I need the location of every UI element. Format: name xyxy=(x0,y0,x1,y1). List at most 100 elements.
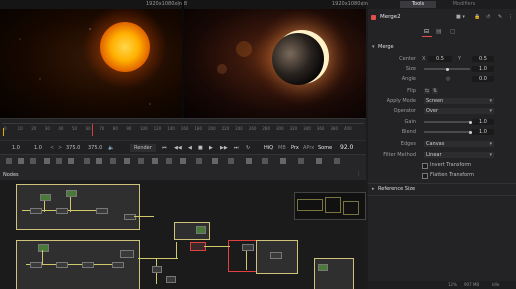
current-frame[interactable]: 92.0 xyxy=(340,141,353,155)
node-group-5[interactable] xyxy=(314,258,354,289)
merge3d-tool-icon[interactable] xyxy=(196,158,202,164)
node[interactable] xyxy=(30,208,42,214)
planar-tool-icon[interactable] xyxy=(262,158,268,164)
mb-toggle[interactable]: MB xyxy=(278,141,286,155)
nodes-menu-icon[interactable]: ⋮ xyxy=(356,171,361,177)
version-selector-icon[interactable]: ■ ▾ xyxy=(456,14,465,20)
color-tool-icon[interactable] xyxy=(124,158,130,164)
step-forward-icon[interactable]: > xyxy=(58,141,62,155)
text-tool-icon[interactable] xyxy=(30,158,36,164)
particles-tool-icon[interactable] xyxy=(138,158,144,164)
node[interactable] xyxy=(38,244,49,252)
node[interactable] xyxy=(196,226,206,234)
tab-tools[interactable]: Tools xyxy=(400,1,436,8)
audio-icon[interactable]: 🔈 xyxy=(108,141,114,155)
center-y-field[interactable]: 0.5 xyxy=(472,56,494,62)
center-x-field[interactable]: 0.5 xyxy=(428,56,452,62)
polygon-tool-icon[interactable] xyxy=(56,158,62,164)
node[interactable] xyxy=(152,266,162,273)
edges-dropdown[interactable]: Canvas ▾ xyxy=(424,141,494,147)
back-frame-icon[interactable]: ◀◀ xyxy=(174,141,182,155)
some-toggle[interactable]: Some xyxy=(318,141,332,155)
expand-icon[interactable]: ▸ xyxy=(372,185,375,193)
apply-mode-dropdown[interactable]: Screen ▾ xyxy=(424,98,494,104)
stop-icon[interactable]: ■ xyxy=(198,141,203,155)
tracker-tool-icon[interactable] xyxy=(228,158,234,164)
blend-slider[interactable] xyxy=(424,130,472,134)
inspector-menu-icon[interactable]: ⋮ xyxy=(508,14,513,20)
flip-horizontal-icon[interactable]: ⇆ xyxy=(424,88,430,94)
blend-field[interactable]: 1.0 xyxy=(472,129,494,135)
merge-section-header[interactable]: ▾ Merge xyxy=(368,43,516,51)
viewer-right-menu-icon[interactable]: ⋮ xyxy=(360,0,365,9)
node[interactable] xyxy=(166,276,176,283)
go-start-icon[interactable]: ⏮ xyxy=(162,141,167,155)
shape3d-tool-icon[interactable] xyxy=(152,158,158,164)
flatten-transform-checkbox[interactable] xyxy=(422,173,428,179)
size-slider[interactable] xyxy=(424,67,470,71)
node[interactable] xyxy=(242,244,254,251)
angle-field[interactable]: 0.0 xyxy=(472,76,494,82)
loop-icon[interactable]: ↻ xyxy=(246,141,250,155)
render-end-frame[interactable]: 375.0 xyxy=(66,141,80,155)
aprx-toggle[interactable]: APrx xyxy=(303,141,314,155)
size-slider-knob[interactable] xyxy=(445,67,449,71)
lock-icon[interactable]: 🔒 xyxy=(474,14,480,20)
render-button[interactable]: Render xyxy=(130,144,156,152)
step-back-icon[interactable]: < xyxy=(50,141,54,155)
node[interactable] xyxy=(112,262,124,268)
node[interactable] xyxy=(56,262,68,268)
node-navigator[interactable] xyxy=(294,192,366,220)
node[interactable] xyxy=(30,262,42,268)
angle-dial-icon[interactable]: ◎ xyxy=(446,75,450,83)
filter-method-dropdown[interactable]: Linear ▾ xyxy=(424,152,494,158)
fx-tool-icon[interactable] xyxy=(316,158,322,164)
background-tool-icon[interactable] xyxy=(6,158,12,164)
forward-frame-icon[interactable]: ▶▶ xyxy=(220,141,228,155)
tab-modifiers[interactable]: Modifiers xyxy=(444,1,484,8)
node[interactable] xyxy=(56,208,68,214)
node[interactable] xyxy=(120,250,134,258)
keyer-tool-icon[interactable] xyxy=(246,158,252,164)
paint-tool-icon[interactable] xyxy=(18,158,24,164)
reset-icon[interactable]: ↺ xyxy=(486,14,490,20)
render-start-frame[interactable]: 1.0 xyxy=(34,141,42,155)
loader-tool-icon[interactable] xyxy=(280,158,286,164)
mask-tool-icon[interactable] xyxy=(44,158,50,164)
current-frame-marker[interactable] xyxy=(92,124,93,136)
size-field[interactable]: 1.0 xyxy=(472,66,494,72)
viewer-right[interactable] xyxy=(184,9,366,118)
saver-tool-icon[interactable] xyxy=(298,158,304,164)
reference-size-section-header[interactable]: ▸ Reference Size xyxy=(368,185,516,193)
hiq-toggle[interactable]: HiQ xyxy=(264,141,273,155)
collapse-icon[interactable]: ▾ xyxy=(372,43,375,51)
settings-tab-icon[interactable]: ▢ xyxy=(450,28,456,35)
bspline-tool-icon[interactable] xyxy=(68,158,74,164)
channels-tab-icon[interactable]: ▤ xyxy=(436,28,442,35)
node[interactable] xyxy=(318,264,328,271)
light3d-tool-icon[interactable] xyxy=(180,158,186,164)
node[interactable] xyxy=(270,252,282,259)
node-graph[interactable] xyxy=(0,180,366,289)
viewer-left-menu-icon[interactable]: ⋮ xyxy=(176,0,181,9)
prx-toggle[interactable]: Prx xyxy=(291,141,299,155)
transform-tool-icon[interactable] xyxy=(96,158,102,164)
invert-transform-checkbox[interactable] xyxy=(422,163,428,169)
node-group-1[interactable] xyxy=(16,184,140,230)
merge-tool-icon[interactable] xyxy=(84,158,90,164)
play-reverse-icon[interactable]: ◀ xyxy=(188,141,192,155)
gain-slider[interactable] xyxy=(424,120,472,124)
settings-tool-icon[interactable] xyxy=(334,158,340,164)
node[interactable] xyxy=(66,190,77,197)
go-end-icon[interactable]: ⏭ xyxy=(234,141,239,155)
renderer3d-tool-icon[interactable] xyxy=(212,158,218,164)
controls-tab-icon[interactable]: ⊟ xyxy=(424,28,429,35)
gain-field[interactable]: 1.0 xyxy=(472,119,494,125)
play-icon[interactable]: ▶ xyxy=(209,141,213,155)
end-frame[interactable]: 375.0 xyxy=(88,141,102,155)
timeline-ruler[interactable]: 0 10 20 30 40 50 60 70 80 90 100 120 140 160 180 200 220… xyxy=(0,118,366,141)
blur-tool-icon[interactable] xyxy=(110,158,116,164)
node-color-swatch[interactable] xyxy=(371,15,376,20)
viewer-left[interactable] xyxy=(0,9,182,118)
start-frame[interactable]: 1.0 xyxy=(12,141,20,155)
